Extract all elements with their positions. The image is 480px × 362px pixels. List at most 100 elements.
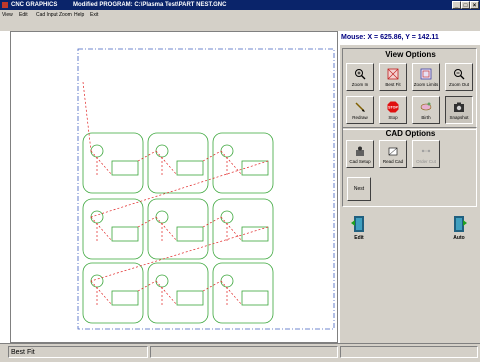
part-hole (220, 274, 234, 288)
document-title: Modified PROGRAM: C:\Plasma Test\PART NE… (73, 2, 227, 8)
mouse-coordinates: Mouse: X = 625.86, Y = 142.11 (340, 31, 480, 45)
zoom-out-button[interactable]: Zoom Out (445, 63, 473, 91)
zoom-in-button[interactable]: Zoom In (346, 63, 374, 91)
door-exit-icon (351, 216, 364, 232)
birth-label: Birth (421, 115, 431, 120)
rapid-path (137, 216, 157, 228)
menu-exit[interactable]: Exit (90, 11, 98, 19)
part-hole (155, 274, 169, 288)
part-hole (90, 210, 104, 224)
rapid-path (202, 150, 222, 162)
part-slot (241, 226, 269, 242)
status-pane-2 (150, 346, 338, 358)
part-slot (241, 160, 269, 176)
zoom-out-icon (454, 69, 465, 80)
view-options-title: View Options (385, 50, 436, 59)
redraw-icon (355, 102, 365, 112)
part-outline (212, 262, 274, 324)
drawing-canvas[interactable] (10, 31, 338, 343)
redraw-label: Redraw (352, 115, 368, 120)
edit-big-button[interactable]: Edit (348, 215, 370, 243)
birth-icon (420, 102, 432, 111)
nest-drawing (77, 48, 335, 330)
order-cut-label: Order Cut (416, 159, 436, 164)
part-hole (155, 210, 169, 224)
rapid-path (202, 216, 222, 228)
stop-button[interactable]: STOP Stop (379, 96, 407, 124)
part-outline (212, 198, 274, 260)
minimize-button[interactable]: _ (452, 1, 461, 9)
part-outline (147, 262, 209, 324)
rapid-path (90, 160, 269, 218)
zoom-out-label: Zoom Out (448, 82, 469, 87)
rapid-path-start (82, 81, 92, 152)
plate-limit-outline (77, 48, 335, 330)
stop-label: Stop (388, 115, 398, 120)
part-slot (241, 290, 269, 306)
best-fit-icon (387, 68, 399, 80)
read-cad-label: Read Cad (382, 159, 404, 164)
redraw-button[interactable]: Redraw (346, 96, 374, 124)
status-pane-3 (340, 346, 478, 358)
part-hole (155, 144, 169, 158)
part-slot (176, 226, 204, 242)
zoom-limits-button[interactable]: Zoom Limits (412, 63, 440, 91)
maximize-button[interactable]: □ (461, 1, 470, 9)
part-slot (176, 160, 204, 176)
snapshot-button[interactable]: Snapshot (445, 96, 473, 124)
menu-cad-input[interactable]: Cad Input (36, 11, 58, 19)
status-text: Best Fit (11, 349, 35, 356)
app-icon (2, 2, 8, 8)
part-slot (111, 226, 139, 242)
rapid-path (202, 280, 222, 292)
part-hole (220, 210, 234, 224)
menu-bar: View Edit Cad Input Zoom Help Exit (0, 10, 480, 31)
zoom-in-icon (355, 69, 366, 80)
cad-setup-label: Cad Setup (349, 159, 371, 164)
part-slot (111, 160, 139, 176)
birth-button[interactable]: Birth (412, 96, 440, 124)
stop-icon-text: STOP (388, 106, 398, 110)
door-enter-icon (454, 216, 467, 232)
stop-icon: STOP (387, 101, 399, 113)
part-outline (82, 262, 144, 324)
title-bar: CNC GRAPHICS Modified PROGRAM: C:\Plasma… (0, 0, 480, 10)
menu-help[interactable]: Help (74, 11, 84, 19)
auto-big-button[interactable]: Auto (448, 215, 470, 243)
read-cad-button[interactable]: Read Cad (379, 140, 407, 168)
cad-options-title: CAD Options (385, 129, 436, 138)
menu-zoom[interactable]: Zoom (59, 11, 72, 19)
rapid-path (137, 150, 157, 162)
zoom-limits-icon (420, 68, 432, 80)
app-title: CNC GRAPHICS (11, 2, 58, 8)
cad-setup-button[interactable]: Cad Setup (346, 140, 374, 168)
part-outline (82, 198, 144, 260)
read-cad-icon (388, 147, 398, 156)
menu-edit[interactable]: Edit (19, 11, 28, 19)
close-button[interactable]: × (470, 1, 479, 9)
view-options-panel: View Options Zoom In Best Fit Zoom Limit… (342, 48, 477, 130)
cad-setup-icon (356, 146, 364, 156)
part-slot (111, 290, 139, 306)
part-slot (176, 290, 204, 306)
status-pane-main: Best Fit (8, 346, 148, 358)
cad-options-panel: CAD Options Cad Setup Read Cad Order Cut… (342, 127, 477, 207)
best-fit-label: Best Fit (385, 82, 401, 87)
part-hole (220, 144, 234, 158)
edit-label: Edit (354, 235, 364, 241)
snapshot-icon (454, 102, 464, 112)
menu-view[interactable]: View (2, 11, 13, 19)
snapshot-label: Snapshot (449, 115, 469, 120)
part-hole (90, 274, 104, 288)
rapid-path (137, 280, 157, 292)
nest-button[interactable]: Nest (347, 177, 371, 201)
order-cut-button[interactable]: Order Cut (412, 140, 440, 168)
part-outline (82, 132, 144, 194)
status-bar: Best Fit (0, 343, 480, 362)
best-fit-button[interactable]: Best Fit (379, 63, 407, 91)
zoom-limits-label: Zoom Limits (413, 82, 439, 87)
order-cut-icon (421, 149, 431, 153)
part-hole (90, 144, 104, 158)
part-outline (147, 132, 209, 194)
right-panel: Mouse: X = 625.86, Y = 142.11 View Optio… (340, 31, 480, 343)
